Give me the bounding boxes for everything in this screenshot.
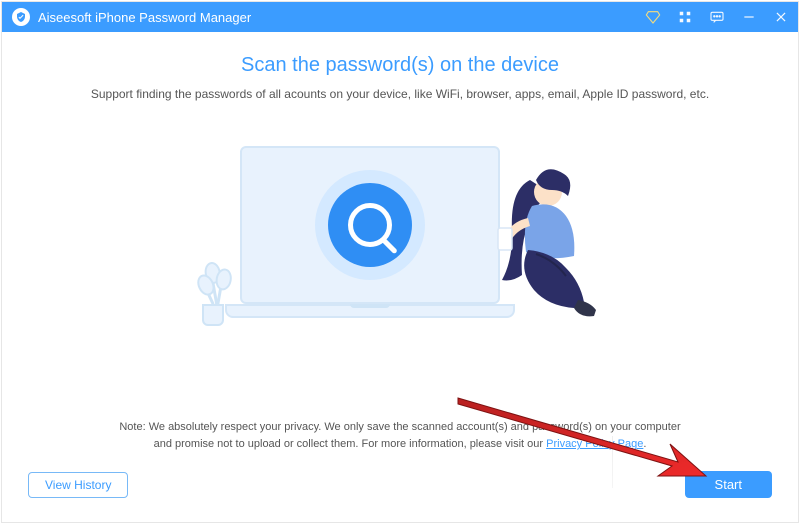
magnifier-icon: [348, 203, 392, 247]
privacy-note: Note: We absolutely respect your privacy…: [2, 419, 798, 454]
person-illustration: [470, 150, 620, 330]
page-subheading: Support finding the passwords of all aco…: [62, 87, 738, 101]
page-heading: Scan the password(s) on the device: [62, 54, 738, 77]
start-button[interactable]: Start: [685, 471, 772, 498]
diamond-icon[interactable]: [644, 8, 662, 26]
view-history-button[interactable]: View History: [28, 472, 128, 498]
app-title: Aiseesoft iPhone Password Manager: [38, 10, 644, 25]
feedback-icon[interactable]: [708, 8, 726, 26]
minimize-icon[interactable]: [740, 8, 758, 26]
app-logo-icon: [12, 8, 30, 26]
close-icon[interactable]: [772, 8, 790, 26]
illustration: [180, 136, 620, 346]
divider-line: [612, 436, 613, 488]
titlebar: Aiseesoft iPhone Password Manager: [2, 2, 798, 32]
privacy-policy-link[interactable]: Privacy Policy Page: [546, 438, 643, 450]
note-suffix: .: [643, 438, 646, 450]
grid-icon[interactable]: [676, 8, 694, 26]
